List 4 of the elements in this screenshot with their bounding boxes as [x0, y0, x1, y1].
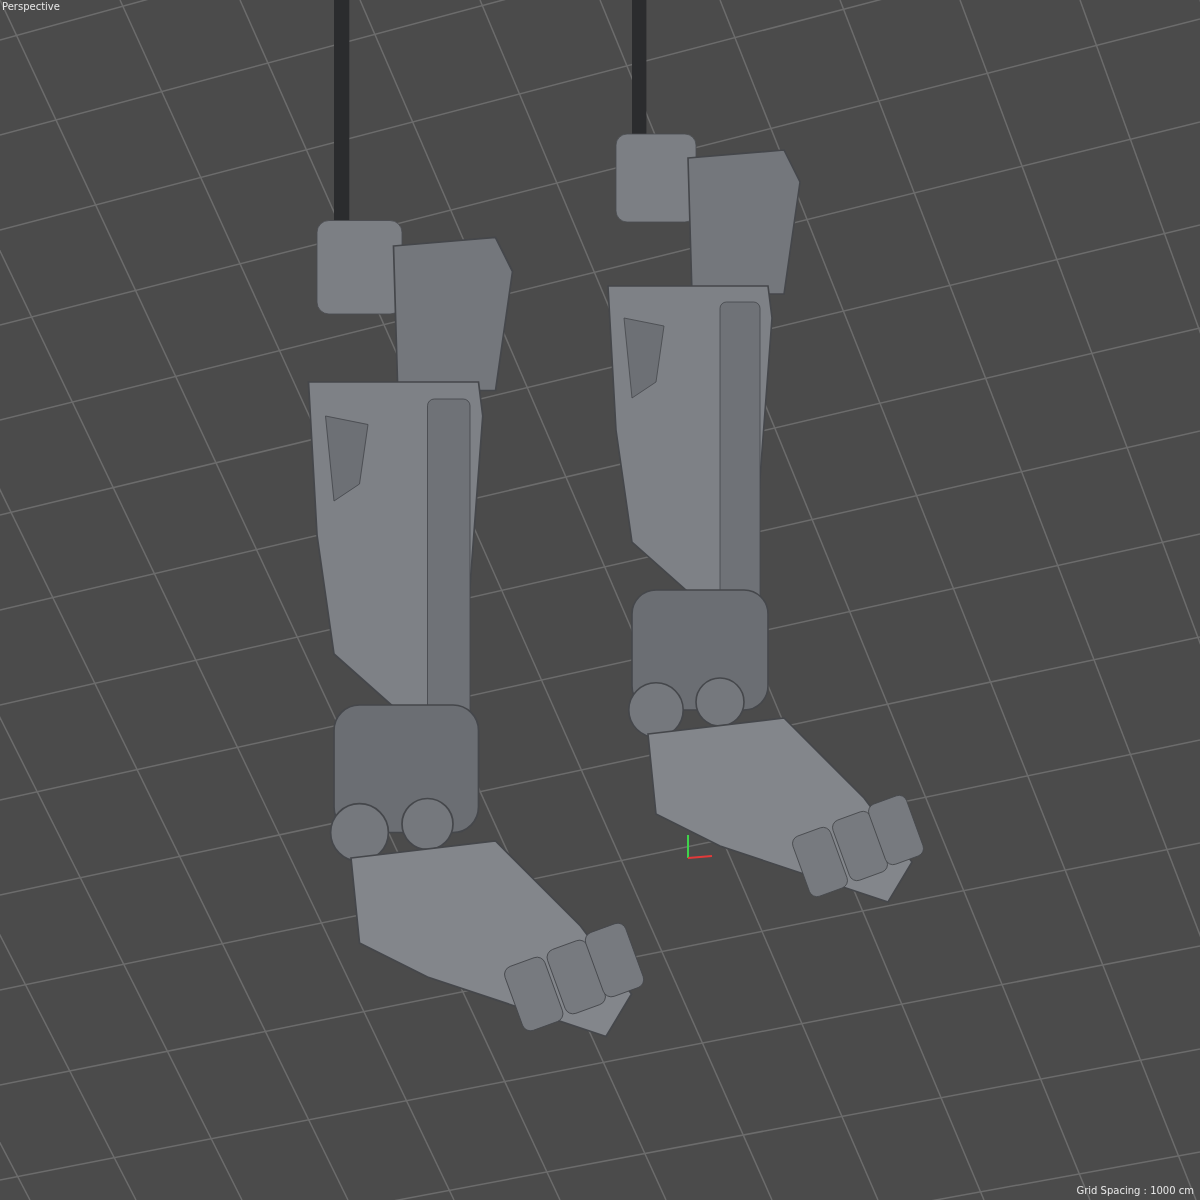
grid-spacing-label: Grid Spacing : 1000 cm — [1076, 1185, 1194, 1196]
axis-gizmo-icon — [687, 834, 713, 859]
camera-label: Perspective — [2, 1, 60, 12]
viewport[interactable]: Perspective Grid Spacing : 1000 cm — [0, 0, 1200, 1200]
